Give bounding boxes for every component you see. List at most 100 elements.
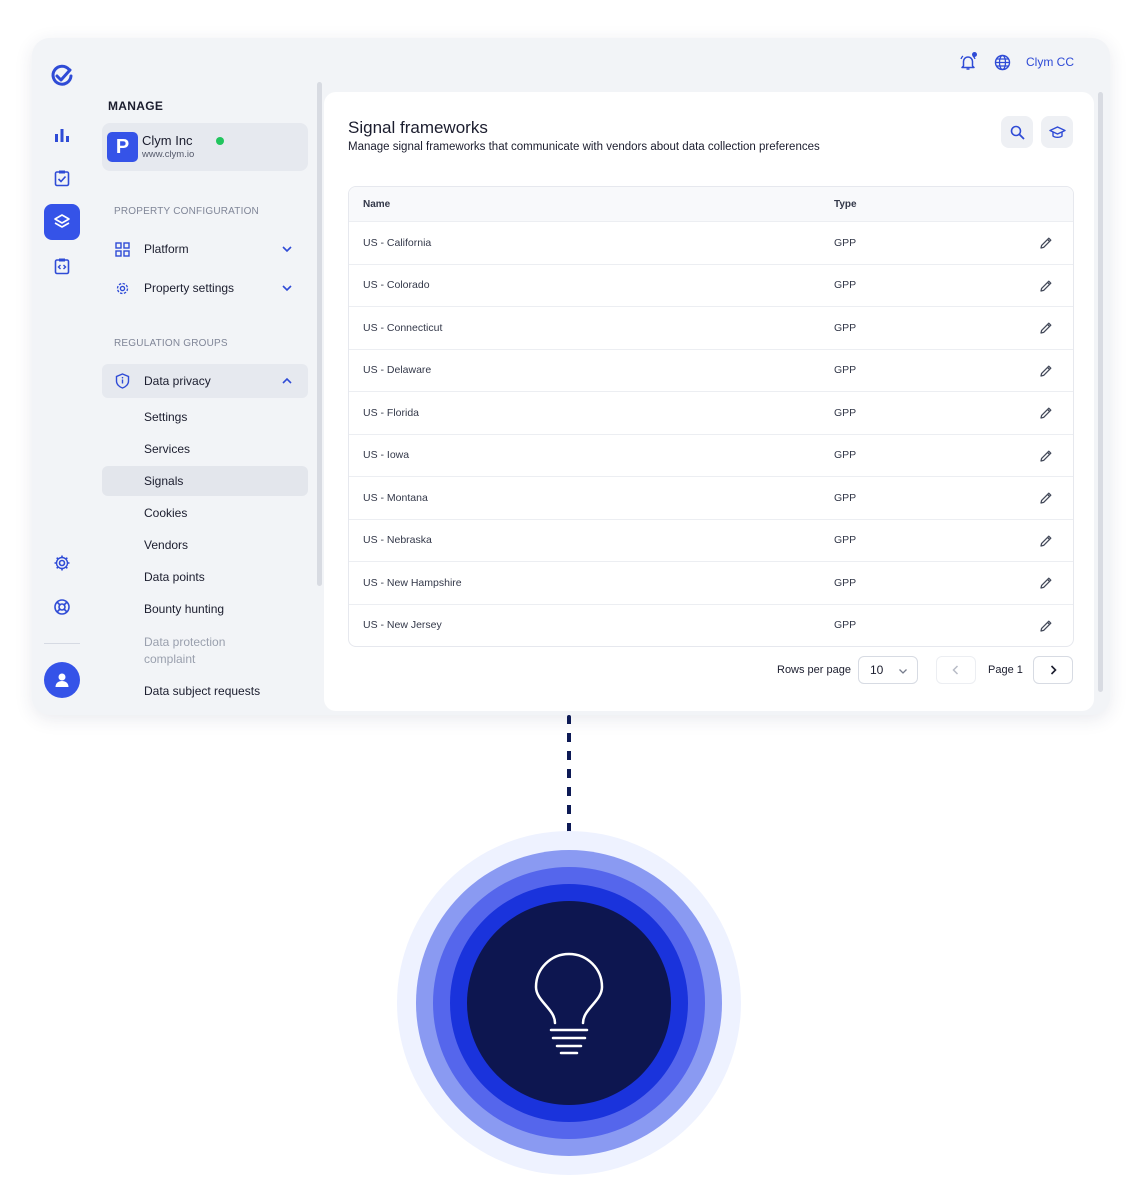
rows-per-page-select[interactable]: 10 [858, 656, 918, 684]
lightbulb-badge [397, 831, 741, 1175]
clipboard-check-icon[interactable] [44, 160, 80, 196]
edit-pencil-icon[interactable] [1039, 364, 1053, 378]
layers-icon[interactable] [44, 204, 80, 240]
table-row[interactable]: US - Delaware GPP [349, 348, 1073, 392]
sub-item-bounty-hunting[interactable]: Bounty hunting [102, 594, 308, 624]
grid-icon [114, 241, 130, 257]
nav-platform[interactable]: Platform [102, 232, 308, 266]
table-row[interactable]: US - New Hampshire GPP [349, 561, 1073, 604]
table-row[interactable]: US - Colorado GPP [349, 263, 1073, 307]
next-page-button[interactable] [1033, 656, 1073, 684]
org-logo: P [107, 132, 138, 162]
gear-icon[interactable] [44, 545, 80, 581]
nav-platform-label: Platform [144, 242, 189, 256]
graduation-cap-icon [1048, 125, 1066, 138]
search-button[interactable] [1001, 116, 1033, 148]
code-clipboard-icon[interactable] [44, 248, 80, 284]
clym-logo-icon[interactable] [44, 58, 80, 94]
chevron-down-icon [282, 246, 292, 253]
sub-item-data-protection-complaint[interactable]: Data protection complaint [102, 633, 252, 669]
notification-dot [972, 52, 977, 57]
chevron-up-icon [282, 377, 292, 384]
org-status-dot [216, 137, 224, 145]
bar-chart-icon[interactable] [44, 117, 80, 153]
table-row[interactable]: US - Montana GPP [349, 476, 1073, 519]
cell-name: US - New Jersey [363, 619, 442, 632]
manage-heading: MANAGE [108, 99, 164, 113]
edit-pencil-icon[interactable] [1039, 236, 1053, 250]
org-name: Clym Inc [142, 133, 193, 148]
page-subtitle: Manage signal frameworks that communicat… [348, 141, 820, 153]
cell-name: US - Iowa [363, 449, 410, 462]
globe-icon[interactable] [992, 52, 1012, 72]
shield-icon [114, 373, 130, 389]
rows-per-page-value: 10 [870, 663, 884, 677]
cell-name: US - Nebraska [363, 534, 432, 547]
edit-pencil-icon[interactable] [1039, 449, 1053, 463]
table-row[interactable]: US - New Jersey GPP [349, 603, 1073, 647]
nav-property-settings[interactable]: Property settings [102, 271, 308, 305]
signal-frameworks-table: Name Type US - California GPP US - Colorad… [348, 186, 1074, 647]
chevron-down-icon [899, 669, 907, 674]
nav-data-privacy-label: Data privacy [144, 374, 211, 388]
table-row[interactable]: US - California GPP [349, 221, 1073, 264]
sub-item-data-points[interactable]: Data points [102, 562, 308, 592]
cell-type: GPP [834, 279, 857, 292]
chevron-right-icon [1050, 665, 1057, 675]
edit-pencil-icon[interactable] [1039, 619, 1053, 633]
user-avatar[interactable] [44, 662, 80, 698]
table-row[interactable]: US - Iowa GPP [349, 433, 1073, 477]
edit-pencil-icon[interactable] [1039, 491, 1053, 505]
page-indicator: Page 1 [988, 664, 1023, 676]
cell-type: GPP [834, 449, 857, 462]
sub-item-data-subject-requests[interactable]: Data subject requests [102, 676, 308, 706]
user-menu[interactable]: Clym CC [1026, 55, 1074, 69]
sub-item-vendors[interactable]: Vendors [102, 530, 308, 560]
property-configuration-heading: PROPERTY CONFIGURATION [114, 206, 259, 217]
sub-item-services[interactable]: Services [102, 434, 308, 464]
notification-bell-icon[interactable] [958, 52, 978, 72]
icon-rail [32, 38, 92, 715]
cell-type: GPP [834, 321, 857, 334]
table-row[interactable]: US - Nebraska GPP [349, 518, 1073, 562]
learn-button[interactable] [1041, 116, 1073, 148]
sub-item-cookies[interactable]: Cookies [102, 498, 308, 528]
cell-name: US - Florida [363, 406, 420, 419]
edit-pencil-icon[interactable] [1039, 534, 1053, 548]
column-header-name[interactable]: Name [349, 199, 834, 210]
table-row[interactable]: US - Florida GPP [349, 391, 1073, 434]
chevron-left-icon [952, 665, 959, 675]
lightbulb-icon [534, 952, 604, 1055]
nav-property-settings-label: Property settings [144, 281, 235, 295]
edit-pencil-icon[interactable] [1039, 406, 1053, 420]
chevron-down-icon [282, 285, 292, 292]
cell-type: GPP [834, 619, 857, 632]
table-row[interactable]: US - Connecticut GPP [349, 306, 1073, 349]
sidebar-scrollbar[interactable] [317, 82, 322, 586]
user-icon [55, 673, 69, 687]
edit-pencil-icon[interactable] [1039, 321, 1053, 335]
rail-divider [44, 643, 80, 644]
app-window: MANAGE P Clym Inc www.clym.io PROPERTY C… [32, 38, 1110, 715]
cell-name: US - New Hampshire [363, 576, 462, 589]
main-scrollbar[interactable] [1098, 92, 1103, 692]
cell-type: GPP [834, 364, 857, 377]
previous-page-button[interactable] [936, 656, 976, 684]
sub-item-signals[interactable]: Signals [102, 466, 308, 496]
nav-data-privacy[interactable]: Data privacy [102, 364, 308, 398]
search-icon [1010, 125, 1025, 140]
lifebuoy-icon[interactable] [44, 589, 80, 625]
sidebar: MANAGE P Clym Inc www.clym.io PROPERTY C… [92, 38, 324, 715]
cell-type: GPP [834, 236, 857, 249]
sub-item-settings[interactable]: Settings [102, 402, 308, 432]
cell-type: GPP [834, 491, 857, 504]
edit-pencil-icon[interactable] [1039, 279, 1053, 293]
org-switcher[interactable]: P Clym Inc www.clym.io [102, 123, 308, 171]
cell-name: US - Colorado [363, 279, 430, 292]
edit-pencil-icon[interactable] [1039, 576, 1053, 590]
cell-type: GPP [834, 534, 857, 547]
cell-name: US - Connecticut [363, 321, 443, 334]
table-header: Name Type [349, 187, 1073, 221]
column-header-type[interactable]: Type [834, 199, 984, 210]
cell-type: GPP [834, 406, 857, 419]
